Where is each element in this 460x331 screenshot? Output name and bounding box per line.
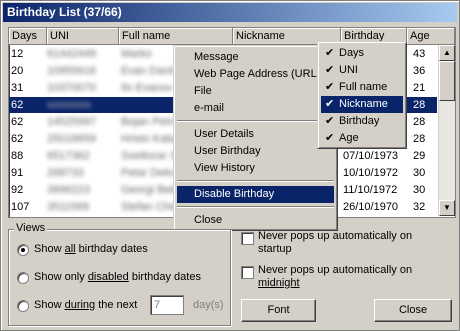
menu-item-user-birthday[interactable]: User Birthday	[177, 143, 334, 160]
cell-days: 12	[11, 48, 24, 60]
cell-birthday: 10/10/1972	[343, 167, 399, 179]
menu-separator	[177, 206, 334, 208]
column-header-age[interactable]: Age	[407, 28, 455, 45]
cell-uni: 3696223	[47, 184, 90, 196]
cell-birthday: 07/10/1973	[343, 150, 399, 162]
views-group-label: Views	[14, 222, 48, 234]
cell-uni: 14525997	[47, 116, 96, 128]
menu-item-close[interactable]: Close	[177, 212, 334, 229]
menu-item-file[interactable]: File	[177, 83, 334, 100]
cell-days: 62	[11, 99, 24, 111]
cell-age: 28	[413, 116, 426, 128]
cell-days: 91	[11, 167, 24, 179]
column-header-full-name[interactable]: Full name	[119, 28, 233, 45]
column-toggle-full-name[interactable]: ✔ Full name	[321, 79, 403, 96]
cell-uni: 268733	[47, 167, 84, 179]
radio-show-disabled-label[interactable]: Show only disabled birthday dates	[34, 271, 201, 283]
check-icon: ✔	[325, 47, 335, 59]
cell-age: 28	[413, 99, 426, 111]
menu-item-message[interactable]: Message	[177, 49, 334, 66]
scroll-up-button[interactable]: ▲	[439, 45, 455, 61]
cell-age: 28	[413, 133, 426, 145]
check-icon: ✔	[325, 64, 335, 76]
cell-uni: 25018659	[47, 133, 96, 145]
cell-days: 62	[11, 133, 24, 145]
cell-age: 32	[413, 201, 426, 213]
cell-days: 31	[11, 82, 24, 94]
cell-age: 30	[413, 167, 426, 179]
column-toggle-days[interactable]: ✔ Days	[321, 45, 403, 62]
cell-age: 21	[413, 82, 426, 94]
column-header-uni[interactable]: UNI	[47, 28, 119, 45]
cell-days: 92	[11, 184, 24, 196]
column-toggle-nickname[interactable]: ✔ Nickname	[321, 96, 403, 113]
checkbox-never-startup[interactable]	[241, 232, 254, 245]
check-icon: ✔	[325, 115, 335, 127]
cell-days: 107	[11, 201, 30, 213]
column-toggle-age[interactable]: ✔ Age	[321, 130, 403, 147]
days-count-input[interactable]: 7	[150, 295, 184, 315]
checkbox-never-midnight[interactable]	[241, 266, 254, 279]
column-toggle-uni[interactable]: ✔ UNI	[321, 62, 403, 79]
cell-uni: 10955616	[47, 65, 96, 77]
window-title: Birthday List (37/66)	[3, 3, 457, 22]
menu-separator	[177, 180, 334, 182]
days-unit-label: day(s)	[193, 299, 224, 311]
scroll-thumb[interactable]	[439, 61, 455, 101]
check-icon: ✔	[325, 98, 335, 110]
column-chooser-menu: ✔ Days ✔ UNI ✔ Full name ✔ Nickname ✔ Birthda…	[317, 41, 407, 149]
cell-uni: 6517362	[47, 150, 90, 162]
cell-age: 30	[413, 184, 426, 196]
menu-item-url[interactable]: Web Page Address (URL)	[177, 66, 334, 83]
cell-uni: 61442449	[47, 48, 96, 60]
check-icon: ✔	[325, 132, 335, 144]
menu-item-email[interactable]: e-mail	[177, 100, 334, 117]
cell-age: 43	[413, 48, 426, 60]
cell-age: 29	[413, 150, 426, 162]
cell-birthday: 11/10/1972	[343, 184, 398, 196]
context-menu: Message Web Page Address (URL) File e-ma…	[173, 45, 338, 231]
birthday-list-window: Birthday List (37/66) Days UNI Full name…	[0, 0, 460, 331]
check-icon: ✔	[325, 81, 335, 93]
checkbox-never-startup-label[interactable]: Never pops up automatically on startup	[258, 230, 448, 256]
cell-days: 20	[11, 65, 24, 77]
cell-uni: xxxxxxxx	[47, 99, 91, 111]
radio-show-next-label[interactable]: Show during the next	[34, 299, 137, 311]
column-toggle-birthday[interactable]: ✔ Birthday	[321, 113, 403, 130]
scroll-down-button[interactable]: ▼	[439, 200, 455, 216]
menu-item-disable-birthday[interactable]: Disable Birthday	[177, 186, 334, 203]
menu-separator	[177, 120, 334, 122]
cell-uni: 3511569	[47, 201, 90, 213]
menu-item-user-details[interactable]: User Details	[177, 126, 334, 143]
cell-uni: 10370070	[47, 82, 96, 94]
close-button[interactable]: Close	[374, 299, 452, 322]
cell-days: 62	[11, 116, 24, 128]
column-header-days[interactable]: Days	[9, 28, 47, 45]
cell-days: 88	[11, 150, 24, 162]
radio-show-all[interactable]	[17, 244, 29, 256]
menu-item-view-history[interactable]: View History	[177, 160, 334, 177]
checkbox-never-midnight-label[interactable]: Never pops up automatically on midnight	[258, 264, 448, 290]
cell-birthday: 26/10/1970	[343, 201, 399, 213]
cell-age: 36	[413, 65, 426, 77]
radio-show-disabled[interactable]	[17, 272, 29, 284]
font-button[interactable]: Font	[241, 299, 316, 322]
radio-show-all-label[interactable]: Show all birthday dates	[34, 243, 148, 255]
list-scrollbar[interactable]: ▲ ▼	[438, 45, 455, 216]
radio-show-next[interactable]	[17, 300, 29, 312]
